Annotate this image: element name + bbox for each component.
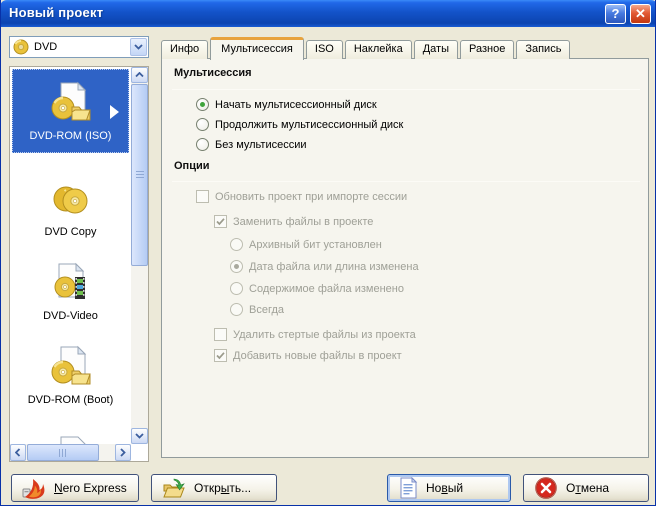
radio-continue-multisession[interactable]: Продолжить мультисессионный диск bbox=[196, 117, 403, 132]
checkbox-add-new-files: Добавить новые файлы в проект bbox=[214, 348, 402, 363]
horizontal-scroll-thumb[interactable] bbox=[27, 444, 99, 461]
radio-label: Без мультисессии bbox=[215, 138, 307, 151]
titlebar[interactable]: Новый проект ? ✕ bbox=[1, 0, 655, 27]
checkbox-update-project: Обновить проект при импорте сессии bbox=[196, 189, 407, 204]
list-viewport: DVD-ROM (ISO) DVD Copy DVD-Video DVD-ROM… bbox=[10, 67, 131, 444]
scroll-up-button[interactable] bbox=[131, 67, 148, 83]
radio-checked-icon bbox=[230, 260, 243, 273]
nero-flame-icon bbox=[22, 476, 46, 500]
chevron-left-icon bbox=[15, 448, 21, 457]
multisession-group-title: Мультисессия bbox=[174, 67, 252, 79]
list-item-dvd-copy[interactable]: DVD Copy bbox=[12, 171, 129, 251]
checkbox-label: Заменить файлы в проекте bbox=[233, 215, 374, 228]
vertical-scrollbar[interactable] bbox=[131, 67, 148, 444]
tab-multisession[interactable]: Мультисессия bbox=[210, 37, 304, 60]
list-item-label: DVD-ROM (ISO) bbox=[29, 130, 112, 142]
chevron-down-icon bbox=[135, 433, 144, 439]
list-item-label: DVD Copy bbox=[44, 226, 97, 238]
radio-icon bbox=[230, 303, 243, 316]
radio-label: Продолжить мультисессионный диск bbox=[215, 118, 404, 131]
disc-type-combobox[interactable]: DVD bbox=[9, 36, 149, 58]
tab-misc[interactable]: Разное bbox=[460, 40, 515, 59]
list-item-label: DVD-Video bbox=[43, 310, 98, 322]
radio-label: Содержимое файла изменено bbox=[249, 282, 404, 295]
checkbox-icon bbox=[214, 328, 227, 341]
dvd-video-icon bbox=[48, 261, 94, 307]
radio-icon bbox=[230, 282, 243, 295]
window-title: Новый проект bbox=[9, 5, 104, 20]
chevron-up-icon bbox=[135, 72, 144, 78]
new-project-dialog: Новый проект ? ✕ DVD DVD-ROM (ISO) DVD C… bbox=[0, 0, 656, 506]
options-group-title: Опции bbox=[174, 160, 210, 172]
list-item-dvd-video[interactable]: DVD-Video bbox=[12, 255, 129, 335]
scroll-down-button[interactable] bbox=[131, 428, 148, 444]
radio-content-changed: Содержимое файла изменено bbox=[230, 281, 404, 296]
checkbox-icon bbox=[196, 190, 209, 203]
checkbox-checked-icon bbox=[214, 215, 227, 228]
tab-iso[interactable]: ISO bbox=[305, 40, 343, 59]
open-folder-icon bbox=[162, 477, 186, 499]
radio-no-multisession[interactable]: Без мультисессии bbox=[196, 137, 307, 152]
dvd-boot-icon bbox=[48, 345, 94, 391]
button-label: Nero Express bbox=[54, 481, 127, 495]
separator bbox=[172, 89, 640, 90]
tab-dates[interactable]: Даты bbox=[413, 40, 458, 59]
checkbox-label: Обновить проект при импорте сессии bbox=[215, 190, 408, 203]
project-type-list: DVD-ROM (ISO) DVD Copy DVD-Video DVD-ROM… bbox=[9, 66, 149, 462]
radio-date-or-length: Дата файла или длина изменена bbox=[230, 259, 419, 274]
new-button[interactable]: Новый bbox=[387, 474, 511, 502]
list-item-dvd-rom-iso[interactable]: DVD-ROM (ISO) bbox=[12, 69, 129, 153]
radio-always: Всегда bbox=[230, 302, 284, 317]
selected-item-arrow-icon bbox=[110, 105, 119, 119]
multisession-panel: Мультисессия Начать мультисессионный дис… bbox=[161, 58, 649, 458]
scroll-left-button[interactable] bbox=[10, 444, 26, 461]
button-label: Открыть... bbox=[194, 481, 252, 495]
dvd-copy-icon bbox=[48, 177, 94, 223]
tab-label[interactable]: Наклейка bbox=[344, 40, 412, 59]
list-item-label: DVD-ROM (Boot) bbox=[27, 394, 114, 406]
radio-checked-icon bbox=[196, 98, 209, 111]
checkbox-label: Добавить новые файлы в проект bbox=[233, 349, 402, 362]
chevron-down-icon bbox=[134, 44, 143, 50]
radio-icon bbox=[230, 238, 243, 251]
dvd-disc-icon bbox=[13, 39, 29, 55]
help-button[interactable]: ? bbox=[605, 4, 626, 24]
cancel-icon bbox=[534, 476, 558, 500]
tab-burn[interactable]: Запись bbox=[516, 40, 571, 59]
radio-label: Начать мультисессионный диск bbox=[215, 98, 377, 111]
radio-icon bbox=[196, 118, 209, 131]
checkbox-checked-icon bbox=[214, 349, 227, 362]
horizontal-scrollbar[interactable] bbox=[10, 444, 131, 461]
combo-dropdown-button[interactable] bbox=[130, 38, 147, 56]
tab-strip: Инфо Мультисессия ISO Наклейка Даты Разн… bbox=[161, 36, 572, 60]
cancel-button[interactable]: Отмена bbox=[523, 474, 649, 502]
radio-icon bbox=[196, 138, 209, 151]
radio-label: Всегда bbox=[249, 303, 285, 316]
button-label: Отмена bbox=[566, 481, 610, 495]
checkbox-replace-files: Заменить файлы в проекте bbox=[214, 214, 373, 229]
radio-label: Дата файла или длина изменена bbox=[249, 260, 419, 273]
nero-express-button[interactable]: Nero Express bbox=[11, 474, 139, 502]
close-button[interactable]: ✕ bbox=[630, 4, 651, 24]
checkbox-label: Удалить стертые файлы из проекта bbox=[233, 328, 416, 341]
radio-label: Архивный бит установлен bbox=[249, 238, 382, 251]
vertical-scroll-thumb[interactable] bbox=[131, 84, 148, 266]
document-icon bbox=[48, 435, 94, 444]
tab-info[interactable]: Инфо bbox=[161, 40, 209, 59]
button-label: Новый bbox=[426, 481, 464, 495]
new-document-icon bbox=[398, 477, 418, 499]
checkbox-remove-deleted: Удалить стертые файлы из проекта bbox=[214, 327, 416, 342]
open-button[interactable]: Открыть... bbox=[151, 474, 277, 502]
dvd-iso-icon bbox=[48, 81, 94, 127]
separator bbox=[172, 181, 640, 182]
radio-archive-bit: Архивный бит установлен bbox=[230, 237, 382, 252]
list-item-dvd-rom-boot[interactable]: DVD-ROM (Boot) bbox=[12, 339, 129, 419]
scroll-right-button[interactable] bbox=[115, 444, 131, 461]
disc-type-value: DVD bbox=[34, 41, 58, 53]
list-item-partial[interactable] bbox=[12, 435, 129, 444]
radio-start-multisession[interactable]: Начать мультисессионный диск bbox=[196, 97, 377, 112]
chevron-right-icon bbox=[120, 448, 126, 457]
